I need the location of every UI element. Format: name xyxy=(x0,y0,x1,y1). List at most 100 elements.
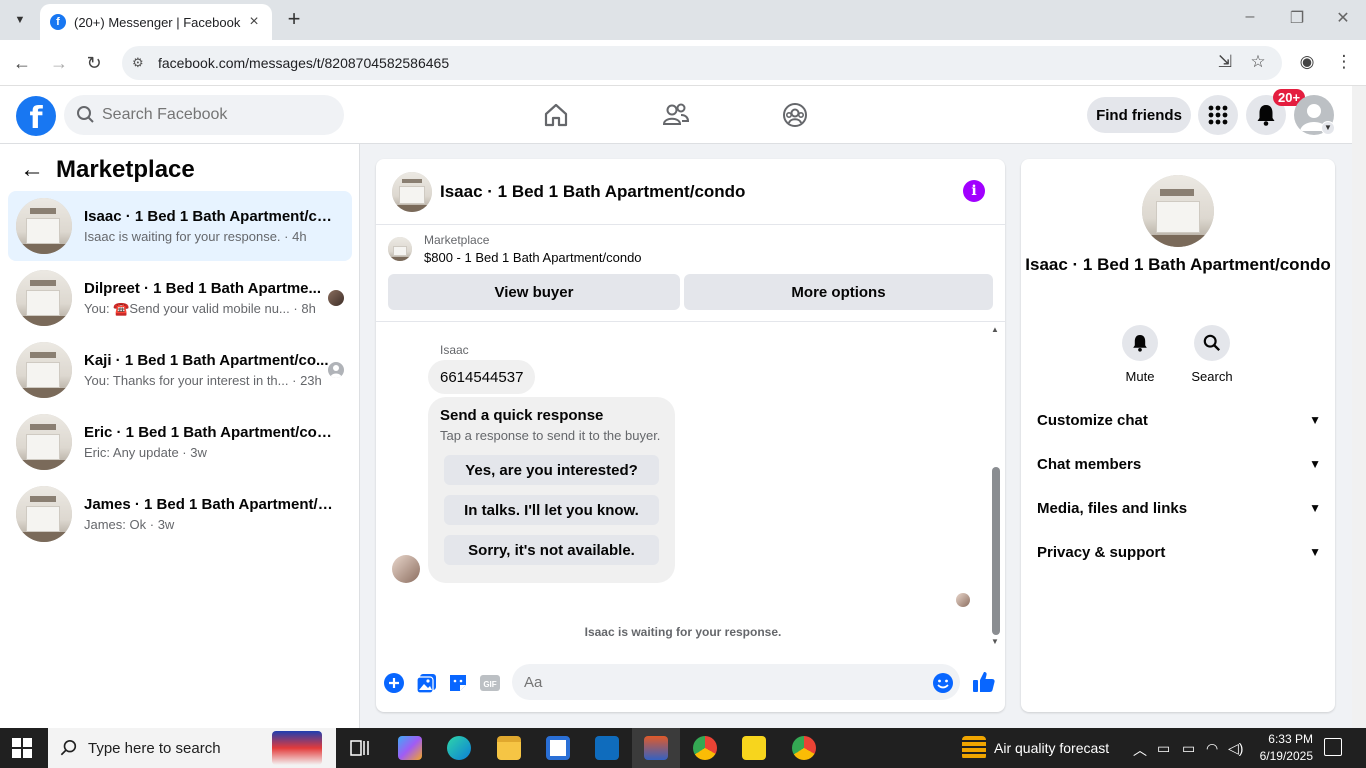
meet-icon[interactable]: ▭ xyxy=(1157,740,1170,757)
home-icon[interactable] xyxy=(539,98,573,132)
url-bar[interactable]: ⚙ facebook.com/messages/t/82087045825864… xyxy=(122,46,1282,80)
message-bubble[interactable]: 6614544537 xyxy=(428,360,536,394)
chat-title[interactable]: Isaac · 1 Bed 1 Bath Apartment/condo xyxy=(440,182,745,202)
quick-response-button[interactable]: Yes, are you interested? xyxy=(444,455,659,485)
outlook-icon[interactable] xyxy=(595,736,619,760)
sticky-notes-icon[interactable] xyxy=(742,736,766,760)
search-icon xyxy=(60,739,77,756)
site-settings-icon[interactable]: ⚙ xyxy=(132,55,150,71)
chrome-profile-icon[interactable] xyxy=(693,736,717,760)
message-input[interactable] xyxy=(524,673,904,691)
profile-icon[interactable]: ◉ xyxy=(1296,52,1318,72)
scroll-down-icon[interactable]: ▼ xyxy=(991,637,999,646)
facebook-logo-icon[interactable]: f xyxy=(16,96,56,136)
info-chat-name: Isaac · 1 Bed 1 Bath Apartment/condo xyxy=(1025,255,1331,274)
system-clock[interactable]: 6:33 PM 6/19/2025 xyxy=(1253,731,1313,765)
notification-center-icon[interactable] xyxy=(1324,738,1342,756)
facebook-search-box[interactable] xyxy=(64,95,344,135)
restore-icon[interactable]: ❐ xyxy=(1285,8,1309,28)
chat-members-row[interactable]: Chat members ▼ xyxy=(1037,444,1321,484)
friends-icon[interactable] xyxy=(659,98,693,132)
plus-icon[interactable] xyxy=(383,672,405,694)
browser-tab-bar: ▼ f (20+) Messenger | Facebook × + – ❐ ✕ xyxy=(0,0,1366,40)
conversation-item[interactable]: Isaac · 1 Bed 1 Bath Apartment/con... Is… xyxy=(8,191,352,261)
conversation-item[interactable]: Dilpreet · 1 Bed 1 Bath Apartme... You: … xyxy=(8,263,352,333)
media-files-links-row[interactable]: Media, files and links ▼ xyxy=(1037,488,1321,528)
back-icon[interactable]: ← xyxy=(11,52,33,74)
windows-start-icon[interactable] xyxy=(12,738,32,758)
listing-thumbnail xyxy=(16,414,72,470)
customize-chat-row[interactable]: Customize chat ▼ xyxy=(1037,400,1321,440)
chevron-down-icon: ▼ xyxy=(1309,545,1321,559)
menu-grid-icon[interactable] xyxy=(1198,95,1238,135)
window-close-icon[interactable]: ✕ xyxy=(1331,8,1355,28)
conversation-name: Kaji · 1 Bed 1 Bath Apartment/co... xyxy=(84,352,329,369)
tab-close-icon[interactable]: × xyxy=(246,13,262,31)
quick-response-title: Send a quick response xyxy=(440,407,604,424)
photo-icon[interactable] xyxy=(416,672,438,694)
scroll-up-icon[interactable]: ▲ xyxy=(991,325,999,334)
reload-icon[interactable]: ↻ xyxy=(83,52,105,74)
seen-avatar xyxy=(328,362,344,378)
sender-avatar[interactable] xyxy=(392,555,420,583)
taskbar-search-placeholder: Type here to search xyxy=(88,739,221,757)
marketplace-header: ← Marketplace xyxy=(20,156,195,184)
back-arrow-icon[interactable]: ← xyxy=(20,156,44,184)
tray-chevron-icon[interactable]: ︿ xyxy=(1133,740,1147,760)
conversation-item[interactable]: Kaji · 1 Bed 1 Bath Apartment/co... You:… xyxy=(8,335,352,405)
thumbs-up-icon[interactable] xyxy=(972,670,995,692)
sticker-icon[interactable] xyxy=(447,672,469,694)
message-input-box[interactable] xyxy=(512,664,960,700)
gif-icon[interactable]: GIF xyxy=(479,672,501,694)
search-conversation-button[interactable]: Search xyxy=(1182,325,1242,384)
info-icon[interactable]: i xyxy=(963,180,985,202)
page-scrollbar[interactable] xyxy=(1352,86,1366,728)
search-icon xyxy=(1194,325,1230,361)
bookmark-star-icon[interactable]: ☆ xyxy=(1247,52,1269,72)
volume-icon[interactable]: ◁) xyxy=(1228,740,1243,757)
chrome-icon[interactable] xyxy=(792,736,816,760)
emoji-icon[interactable] xyxy=(932,672,954,694)
quick-response-button[interactable]: Sorry, it's not available. xyxy=(444,535,659,565)
view-buyer-button[interactable]: View buyer xyxy=(388,274,680,310)
groups-icon[interactable] xyxy=(778,98,812,132)
scrollbar-thumb[interactable] xyxy=(992,467,1000,635)
search-icon xyxy=(77,106,94,123)
info-listing-thumbnail[interactable] xyxy=(1142,175,1214,247)
edge-icon[interactable] xyxy=(447,736,471,760)
mute-button[interactable]: Mute xyxy=(1110,325,1170,384)
quick-response-button[interactable]: In talks. I'll let you know. xyxy=(444,495,659,525)
windows-taskbar: Type here to search Air quality forecast… xyxy=(0,728,1366,768)
conversation-item[interactable]: James · 1 Bed 1 Bath Apartment/co... Jam… xyxy=(8,479,352,549)
weather-text[interactable]: Air quality forecast xyxy=(994,740,1109,756)
tab-search-chevron-icon[interactable]: ▼ xyxy=(8,8,32,32)
privacy-support-row[interactable]: Privacy & support ▼ xyxy=(1037,532,1321,572)
wifi-icon[interactable]: ◠ xyxy=(1206,740,1218,757)
search-highlight-icon[interactable] xyxy=(272,731,322,765)
more-options-button[interactable]: More options xyxy=(684,274,993,310)
account-chevron-icon[interactable]: ▼ xyxy=(1321,121,1335,135)
copilot-icon[interactable] xyxy=(398,736,422,760)
conversation-item[interactable]: Eric · 1 Bed 1 Bath Apartment/condo Eric… xyxy=(8,407,352,477)
browser-menu-icon[interactable]: ⋮ xyxy=(1333,52,1355,72)
browser-tab[interactable]: f (20+) Messenger | Facebook × xyxy=(40,4,272,40)
chat-scrollbar[interactable]: ▲ ▼ xyxy=(990,325,1002,649)
listing-thumbnail xyxy=(16,270,72,326)
pinned-app-icon[interactable] xyxy=(644,736,668,760)
find-friends-button[interactable]: Find friends xyxy=(1087,97,1191,133)
bell-icon xyxy=(1122,325,1158,361)
install-app-icon[interactable]: ⇲ xyxy=(1214,52,1236,72)
chat-thumbnail[interactable] xyxy=(392,171,432,212)
new-tab-icon[interactable]: + xyxy=(282,8,306,32)
task-view-icon[interactable] xyxy=(348,736,372,760)
listing-small-thumbnail xyxy=(388,237,412,261)
weather-icon[interactable] xyxy=(962,736,986,760)
address-bar-row: ← → ↻ ⚙ facebook.com/messages/t/82087045… xyxy=(0,40,1366,86)
forward-icon[interactable]: → xyxy=(48,52,70,74)
battery-icon[interactable]: ▭ xyxy=(1182,740,1195,757)
microsoft-store-icon[interactable] xyxy=(546,736,570,760)
listing-summary[interactable]: Marketplace $800 - 1 Bed 1 Bath Apartmen… xyxy=(388,233,642,265)
file-explorer-icon[interactable] xyxy=(497,736,521,760)
facebook-search-input[interactable] xyxy=(102,106,322,124)
minimize-icon[interactable]: – xyxy=(1238,8,1262,26)
